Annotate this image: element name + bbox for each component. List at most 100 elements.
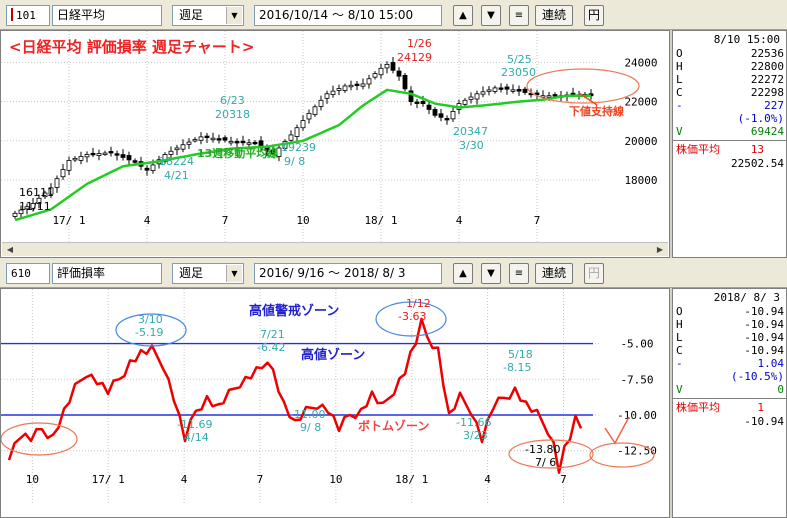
candle-body bbox=[126, 155, 132, 161]
peak-label: 20318 bbox=[215, 108, 250, 121]
candle-body bbox=[90, 152, 96, 156]
trough-label: 4/21 bbox=[164, 169, 189, 182]
candle-body bbox=[12, 212, 18, 217]
chart-title: <日経平均 評価損率 週足チャート> bbox=[9, 38, 254, 56]
info-value: 69424 bbox=[750, 125, 784, 138]
candle-body bbox=[474, 93, 480, 100]
candle-body bbox=[114, 153, 120, 156]
sub-period: 13 bbox=[750, 143, 764, 156]
period-select[interactable]: 週足 ▼ bbox=[172, 5, 244, 26]
trough-label: 18224 bbox=[159, 155, 194, 168]
symbol-name-field[interactable]: 評価損率 bbox=[52, 263, 162, 284]
scroll-up-button[interactable]: ▲ bbox=[453, 5, 473, 26]
x-tick-label: 7 bbox=[257, 473, 264, 486]
candle-body bbox=[72, 158, 78, 161]
scroll-right-icon[interactable]: ▶ bbox=[653, 244, 667, 256]
scroll-left-icon[interactable]: ◀ bbox=[3, 244, 17, 256]
info-value: -10.94 bbox=[744, 331, 784, 344]
yen-button[interactable]: 円 bbox=[584, 5, 604, 26]
bottom-x-axis: 10 17/ 1 4 7 10 18/ 1 4 7 bbox=[26, 473, 567, 486]
x-tick-label: 4 bbox=[181, 473, 188, 486]
horizontal-scrollbar[interactable]: ◀ ▶ bbox=[2, 242, 668, 256]
info-value: -10.94 bbox=[744, 305, 784, 318]
list-button[interactable]: ≡ bbox=[509, 263, 529, 284]
valuation-loss-chart[interactable]: -5.00 -7.50 -10.00 -12.50 10 17/ 1 4 7 10 18/ 1 4… bbox=[0, 288, 670, 518]
candle-body bbox=[372, 73, 378, 78]
code-input[interactable]: 101 bbox=[6, 5, 50, 26]
x-tick-label: 17/ 1 bbox=[52, 214, 85, 227]
candle-body bbox=[108, 151, 114, 154]
info-value: 0 bbox=[777, 383, 784, 396]
bottom-toolbar: 610 評価損率 週足 ▼ 2016/ 9/16 ～ 2018/ 8/ 3 ▲ ▼… bbox=[0, 258, 787, 288]
nikkei-chart-pane: 101 日経平均 週足 ▼ 2016/10/14 ～ 8/10 15:00 ▲ ▼… bbox=[0, 0, 787, 258]
info-key: - bbox=[676, 357, 683, 370]
trough-label: 20347 bbox=[453, 125, 488, 138]
trough-label: -13.80 bbox=[525, 443, 560, 456]
zone-warn-label: 高値警戒ゾーン bbox=[249, 303, 339, 319]
candle-body bbox=[552, 94, 558, 97]
sub-label: 株価平均 bbox=[676, 143, 720, 156]
info-row-open: O 22536 bbox=[676, 47, 784, 60]
scroll-down-button[interactable]: ▼ bbox=[481, 5, 501, 26]
y-tick-label: 20000 bbox=[624, 135, 657, 148]
info-row-open: O -10.94 bbox=[676, 305, 784, 318]
scroll-up-button[interactable]: ▲ bbox=[453, 263, 473, 284]
candle-body bbox=[204, 135, 210, 138]
candle-body bbox=[306, 112, 312, 120]
peak-label: 1/12 bbox=[406, 297, 431, 310]
list-button[interactable]: ≡ bbox=[509, 5, 529, 26]
yen-button[interactable]: 円 bbox=[584, 263, 604, 284]
info-row-change: - 1.04 bbox=[676, 357, 784, 370]
support-ellipse bbox=[526, 68, 640, 104]
period-select[interactable]: 週足 ▼ bbox=[172, 263, 244, 284]
candle-body bbox=[444, 118, 450, 121]
candle-body bbox=[420, 101, 426, 104]
info-row-high: H -10.94 bbox=[676, 318, 784, 331]
zone-lines bbox=[1, 342, 593, 416]
sub-period: 1 bbox=[757, 401, 764, 414]
peak-label: 6/23 bbox=[220, 94, 245, 107]
candle-body bbox=[144, 167, 150, 171]
candle-body bbox=[438, 113, 444, 118]
x-tick-label: 4 bbox=[484, 473, 491, 486]
renzoku-button[interactable]: 連続 bbox=[535, 5, 573, 26]
symbol-name-field[interactable]: 日経平均 bbox=[52, 5, 162, 26]
peak-label: -6.42 bbox=[257, 341, 285, 354]
candle-body bbox=[228, 141, 234, 144]
info-row-low: L 22272 bbox=[676, 73, 784, 86]
candle-body bbox=[132, 160, 138, 163]
y-tick-label: -10.00 bbox=[617, 409, 657, 422]
candle-body bbox=[150, 164, 156, 171]
trough-label: 9/ 8 bbox=[300, 421, 321, 434]
info-value: 22536 bbox=[750, 47, 784, 60]
candle-body bbox=[234, 141, 240, 144]
candle-body bbox=[384, 63, 390, 69]
valuation-loss-pane: 610 評価損率 週足 ▼ 2016/ 9/16 ～ 2018/ 8/ 3 ▲ ▼… bbox=[0, 258, 787, 518]
info-row-change-pct: (-10.5%) bbox=[676, 370, 784, 383]
renzoku-button[interactable]: 連続 bbox=[535, 263, 573, 284]
info-value: 227 bbox=[764, 99, 784, 112]
trough-label: 4/14 bbox=[184, 431, 209, 444]
date-range-field[interactable]: 2016/10/14 ～ 8/10 15:00 bbox=[254, 5, 442, 26]
sub-value-row: 22502.54 bbox=[676, 157, 784, 170]
candlestick-chart[interactable]: 18000 20000 22000 24000 17/ 1 4 7 10 18/ 1 4 7 <日… bbox=[0, 30, 670, 258]
sub-label: 株価平均 bbox=[676, 401, 720, 414]
x-tick-label: 18/ 1 bbox=[364, 214, 397, 227]
peak-label: 7/21 bbox=[260, 328, 285, 341]
chevron-down-icon[interactable]: ▼ bbox=[226, 265, 242, 282]
peak-label: 1/26 bbox=[407, 37, 432, 50]
scroll-down-button[interactable]: ▼ bbox=[481, 263, 501, 284]
price-info-panel: 8/10 15:00 O 22536 H 22800 L 22272 C 22298 -… bbox=[672, 30, 787, 258]
candle-body bbox=[348, 84, 354, 88]
trough-label: 19239 bbox=[281, 141, 316, 154]
candle-body bbox=[96, 153, 102, 156]
code-input[interactable]: 610 bbox=[6, 263, 50, 284]
chevron-down-icon[interactable]: ▼ bbox=[226, 7, 242, 24]
info-row-change: - 227 bbox=[676, 99, 784, 112]
candle-body bbox=[360, 83, 366, 87]
candle-body bbox=[522, 88, 528, 93]
y-tick-label: 22000 bbox=[624, 96, 657, 109]
date-range-field[interactable]: 2016/ 9/16 ～ 2018/ 8/ 3 bbox=[254, 263, 442, 284]
candle-body bbox=[240, 140, 246, 144]
x-tick-label: 17/ 1 bbox=[92, 473, 125, 486]
